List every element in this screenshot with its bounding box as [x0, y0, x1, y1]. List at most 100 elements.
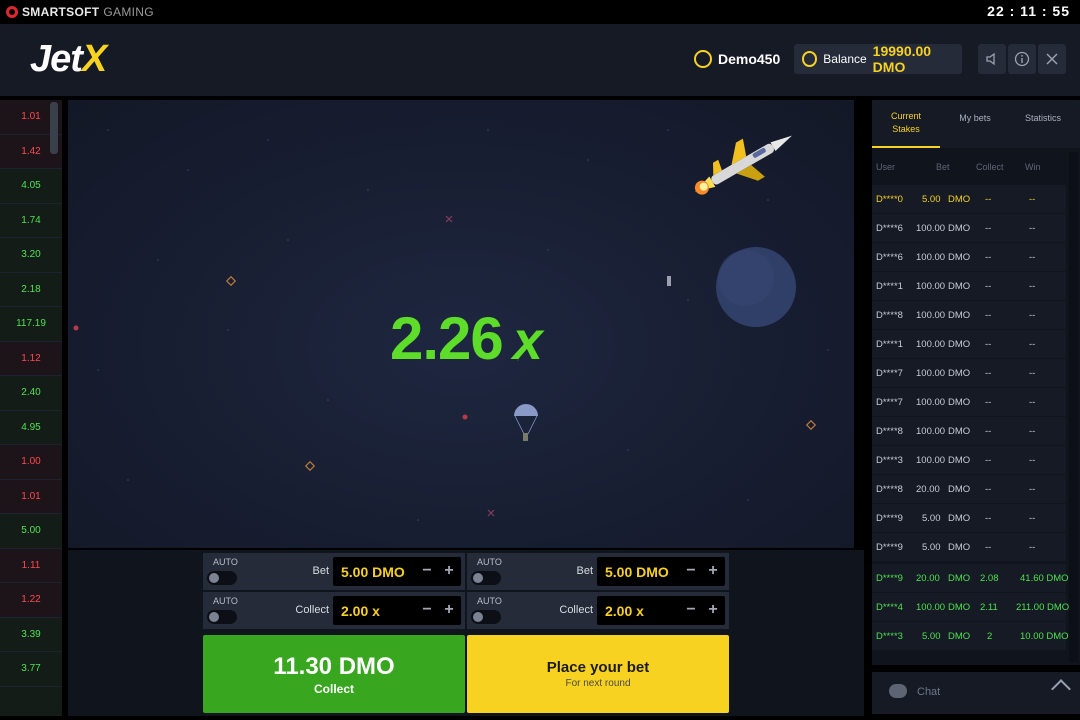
collect-input[interactable]: 2.00 x − +: [333, 596, 461, 625]
stake-win: --: [1029, 542, 1036, 553]
history-item: 3.20: [0, 238, 62, 273]
sound-button[interactable]: [978, 44, 1006, 74]
brand-sub: GAMING: [103, 5, 154, 19]
logo-x: X: [81, 38, 107, 80]
bet-value: 5.00 DMO: [341, 564, 405, 580]
stake-collect: --: [985, 310, 992, 321]
bet-area: [68, 550, 864, 716]
stake-bet: 100.00: [916, 602, 946, 613]
coins-icon: [802, 51, 818, 67]
stake-row: D****0 5.00 DMO -- --: [872, 185, 1066, 213]
history-item: 1.00: [0, 445, 62, 480]
game-canvas: 2.26 x: [68, 100, 854, 548]
auto-collect-label: AUTO: [213, 596, 238, 606]
stake-user: D****0: [876, 194, 903, 205]
stake-bet: 100.00: [916, 397, 946, 408]
stake-user: D****9: [876, 542, 903, 553]
history-item: 4.95: [0, 410, 62, 445]
bet-input[interactable]: 5.00 DMO − +: [333, 557, 461, 586]
chat-bar[interactable]: Chat: [872, 672, 1080, 714]
stake-collect: --: [985, 223, 992, 234]
bet-increase-button[interactable]: +: [441, 560, 457, 582]
tab-statistics[interactable]: Statistics: [1010, 112, 1076, 125]
stake-row: D****9 20.00 DMO 2.08 41.60 DMO: [872, 564, 1069, 592]
stake-user: D****3: [876, 455, 903, 466]
collect-button[interactable]: 11.30 DMO Collect: [203, 635, 465, 713]
stake-bet: 20.00: [916, 484, 940, 495]
stake-row: D****9 5.00 DMO -- --: [872, 504, 1066, 532]
close-icon: [1046, 53, 1058, 65]
auto-bet-label: AUTO: [477, 557, 502, 567]
history-item: 1.22: [0, 583, 62, 618]
collect-increase-button[interactable]: +: [705, 599, 721, 621]
collect-increase-button[interactable]: +: [441, 599, 457, 621]
place-bet-button[interactable]: Place your bet For next round: [467, 635, 729, 713]
stakes-tabs: Current Stakes My bets Statistics: [872, 100, 1080, 148]
bet-increase-button[interactable]: +: [705, 560, 721, 582]
stake-bet: 100.00: [916, 223, 946, 234]
active-tab-indicator: [872, 146, 940, 148]
stake-user: D****7: [876, 397, 903, 408]
stake-collect: 2.08: [980, 573, 999, 584]
stake-cur: DMO: [948, 631, 971, 642]
tab-label: My bets: [959, 113, 991, 123]
stake-cur: DMO: [948, 252, 971, 263]
tab-current-stakes[interactable]: Current Stakes: [872, 110, 940, 136]
stake-cur: DMO: [948, 513, 971, 524]
chat-label: Chat: [917, 686, 941, 698]
auto-collect-label: AUTO: [477, 596, 502, 606]
stake-user: D****8: [876, 426, 903, 437]
auto-bet-toggle[interactable]: [471, 571, 501, 585]
history-scrollbar[interactable]: [50, 102, 58, 154]
stake-row: D****3 5.00 DMO 2 10.00 DMO: [872, 622, 1069, 650]
stake-row: D****6 100.00 DMO -- --: [872, 243, 1066, 271]
auto-bet-label: AUTO: [213, 557, 238, 567]
stake-collect: --: [985, 281, 992, 292]
sound-icon: [986, 52, 995, 66]
stake-user: D****8: [876, 310, 903, 321]
header: JetX Demo450 Balance 19990.00 DMO: [0, 24, 1080, 96]
smartsoft-brand: SMARTSOFT GAMING: [6, 4, 154, 20]
stake-bet: 100.00: [916, 368, 946, 379]
user-info: Demo450: [694, 48, 780, 70]
stake-user: D****1: [876, 339, 903, 350]
stake-win: --: [1029, 455, 1036, 466]
stake-row: D****6 100.00 DMO -- --: [872, 214, 1066, 242]
stake-user: D****9: [876, 573, 903, 584]
history-item: 3.77: [0, 652, 62, 687]
collect-label: Collect: [559, 604, 593, 616]
stake-bet: 5.00: [922, 513, 941, 524]
tab-label: Statistics: [1024, 113, 1061, 123]
stake-win: --: [1029, 397, 1036, 408]
stake-cur: DMO: [948, 194, 971, 205]
auto-collect-toggle[interactable]: [207, 610, 237, 624]
history-item: 2.40: [0, 376, 62, 411]
collect-button-label: Collect: [313, 681, 354, 696]
jetx-logo: JetX: [30, 38, 107, 81]
chevron-up-icon[interactable]: [1051, 679, 1071, 699]
clock: 22 : 11 : 55: [987, 3, 1070, 19]
bet-row: AUTO Bet 5.00 DMO − +: [467, 553, 729, 590]
collect-input[interactable]: 2.00 x − +: [597, 596, 725, 625]
info-button[interactable]: [1008, 44, 1036, 74]
auto-collect-toggle[interactable]: [471, 610, 501, 624]
stakes-scrollbar[interactable]: [1069, 152, 1078, 662]
stake-collect: 2.11: [980, 602, 998, 613]
bet-decrease-button[interactable]: −: [683, 560, 699, 582]
stake-user: D****4: [876, 602, 903, 613]
history-item: 117.19: [0, 307, 62, 342]
close-button[interactable]: [1038, 44, 1066, 74]
bet-decrease-button[interactable]: −: [419, 560, 435, 582]
stake-collect: --: [985, 484, 992, 495]
collect-decrease-button[interactable]: −: [683, 599, 699, 621]
bet-input[interactable]: 5.00 DMO − +: [597, 557, 725, 586]
bet-row: AUTO Bet 5.00 DMO − +: [203, 553, 465, 590]
auto-bet-toggle[interactable]: [207, 571, 237, 585]
history-item: 1.11: [0, 548, 62, 583]
collect-decrease-button[interactable]: −: [419, 599, 435, 621]
tab-my-bets[interactable]: My bets: [942, 112, 1008, 125]
collect-value: 2.00 x: [341, 603, 380, 619]
stake-cur: DMO: [948, 223, 971, 234]
place-bet-sub: For next round: [565, 678, 631, 689]
stake-cur: DMO: [948, 368, 971, 379]
